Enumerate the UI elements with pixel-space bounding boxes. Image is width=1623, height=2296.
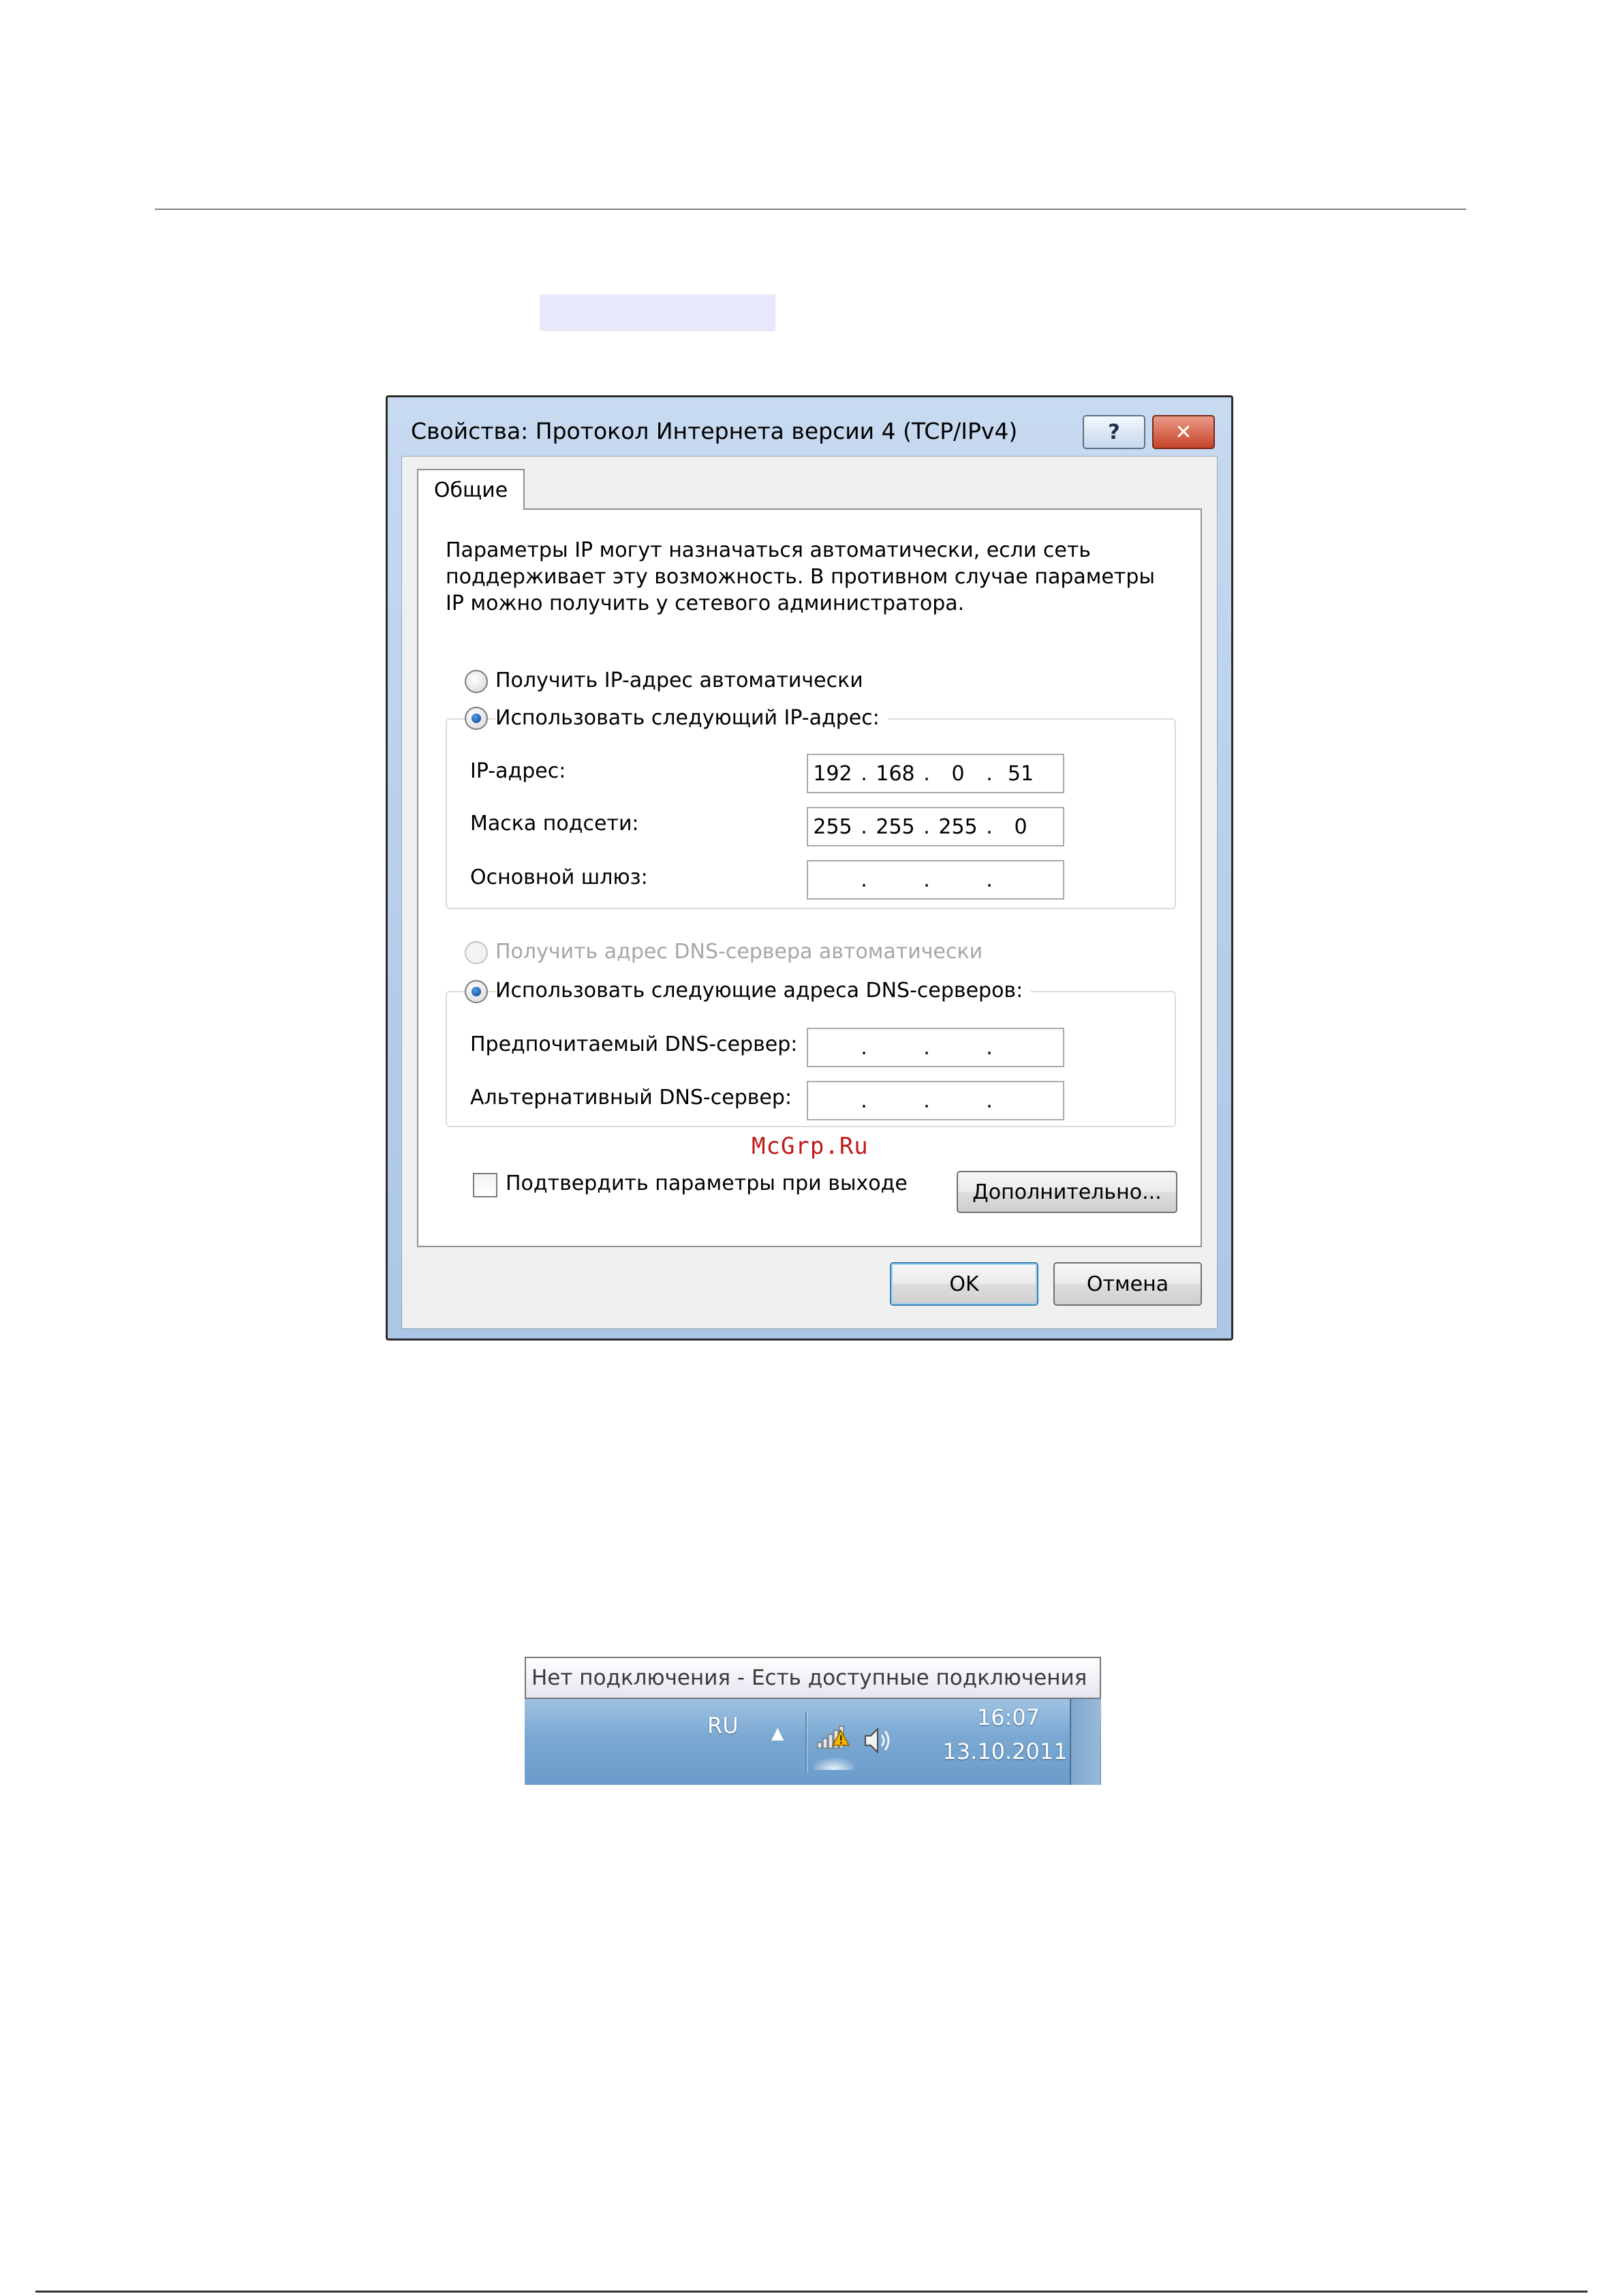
alternate-dns-input[interactable]: . . . [807,1081,1064,1120]
preferred-dns-label: Предпочитаемый DNS-сервер: [470,1032,798,1056]
confirm-settings-label: Подтвердить параметры при выходе [506,1172,908,1195]
clock-date[interactable]: 13.10.2011 [940,1739,1070,1764]
radio-dns-auto[interactable] [465,941,488,964]
subnet-mask-input[interactable]: 255. 255. 255. 0 [807,807,1064,846]
close-icon: ✕ [1175,420,1192,444]
radio-dns-manual-label: Использовать следующие адреса DNS-сервер… [495,979,1032,1002]
default-gateway-input[interactable]: . . . [807,860,1064,900]
language-indicator[interactable]: RU [707,1713,739,1739]
clock-time[interactable]: 16:07 [954,1704,1063,1730]
show-desktop-button[interactable] [1070,1699,1100,1785]
octet: 255 [876,814,915,839]
dialog-client-area: Общие Параметры IP могут назначаться авт… [401,456,1218,1329]
top-rule [155,209,1466,210]
connection-tooltip-text: Нет подключения - Есть доступные подключ… [531,1666,1087,1690]
radio-dns-manual[interactable] [465,980,488,1003]
arrow-up-icon[interactable]: ▲ [771,1724,784,1743]
tray-divider [805,1711,807,1773]
octet: 0 [1014,814,1027,839]
ip-address-input[interactable]: 192. 168. 0. 51 [807,754,1064,793]
default-gateway-label: Основной шлюз: [470,866,648,889]
connection-tooltip: Нет подключения - Есть доступные подключ… [525,1657,1101,1699]
alternate-dns-label: Альтернативный DNS-сервер: [470,1086,792,1109]
confirm-settings-checkbox[interactable] [473,1173,497,1197]
help-button[interactable]: ? [1083,415,1145,449]
taskbar: RU ▲ 16:07 13.10.2011 [525,1699,1101,1785]
close-button[interactable]: ✕ [1152,415,1215,449]
radio-ip-manual-label: Использовать следующий IP-адрес: [495,706,888,730]
radio-ip-manual[interactable] [465,707,488,730]
octet: 168 [876,761,915,786]
radio-ip-auto-label: Получить IP-адрес автоматически [495,669,863,692]
help-icon: ? [1108,420,1120,444]
advanced-button[interactable]: Дополнительно... [957,1171,1177,1213]
octet: 255 [938,814,978,839]
radio-dns-auto-label: Получить адрес DNS-сервера автоматически [495,940,983,964]
ok-button[interactable]: OK [890,1262,1038,1306]
subnet-mask-label: Маска подсети: [470,812,639,836]
watermark: McGrp.Ru [752,1133,869,1160]
highlight-box [540,294,775,331]
advanced-button-label: Дополнительно... [972,1180,1162,1204]
bottom-rule [35,2291,1588,2293]
tcpip-properties-dialog: Свойства: Протокол Интернета версии 4 (T… [386,395,1233,1341]
intro-text: Параметры IP могут назначаться автоматич… [446,538,1156,615]
dialog-title: Свойства: Протокол Интернета версии 4 (T… [411,418,1018,444]
ok-button-label: OK [949,1272,979,1296]
tab-general[interactable]: Общие [417,469,525,510]
octet: 0 [951,761,965,786]
octet: 51 [1007,761,1034,786]
tab-general-label: Общие [433,478,508,502]
cancel-button-label: Отмена [1086,1272,1169,1296]
octet: 192 [813,761,852,786]
octet: 255 [813,814,852,839]
network-warning-icon[interactable] [814,1715,854,1770]
radio-ip-auto[interactable] [465,670,488,693]
system-tray-screenshot: Нет подключения - Есть доступные подключ… [525,1657,1101,1785]
ip-address-label: IP-адрес: [470,759,566,783]
cancel-button[interactable]: Отмена [1053,1262,1202,1306]
speaker-icon[interactable] [863,1725,894,1756]
preferred-dns-input[interactable]: . . . [807,1028,1064,1067]
